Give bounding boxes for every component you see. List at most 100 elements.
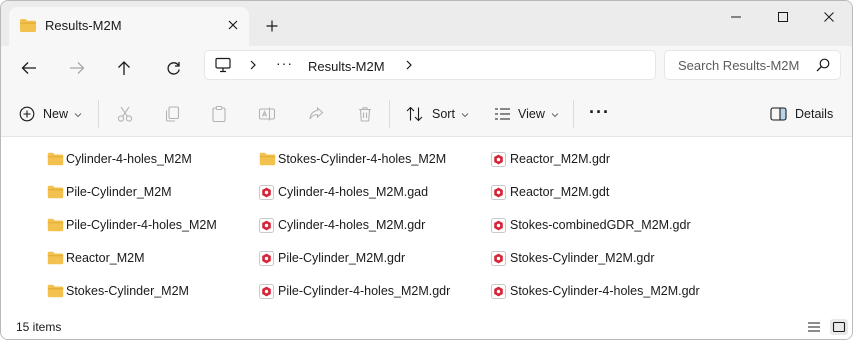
file-list-item[interactable]: Cylinder-4-holes_M2M: [47, 147, 192, 171]
toolbar-divider: [573, 100, 574, 128]
command-bar: New Sort View ··· Details: [1, 90, 852, 137]
folder-icon: [47, 217, 65, 233]
app-file-icon: [259, 217, 277, 233]
minimize-button[interactable]: [713, 6, 759, 28]
file-list-item[interactable]: Reactor_M2M.gdt: [491, 180, 609, 204]
status-bar: 15 items: [1, 315, 852, 339]
forward-button[interactable]: [62, 54, 92, 82]
file-name: Pile-Cylinder_M2M.gdr: [278, 251, 406, 265]
tiles-view-icon[interactable]: [830, 319, 848, 335]
sort-button[interactable]: Sort: [406, 101, 469, 127]
address-bar[interactable]: ··· Results-M2M: [204, 50, 656, 80]
details-pane-button[interactable]: Details: [770, 101, 833, 127]
breadcrumb-current-folder[interactable]: Results-M2M: [308, 59, 385, 74]
view-label: View: [518, 107, 545, 121]
close-tab-icon[interactable]: [224, 16, 242, 34]
folder-icon: [47, 184, 65, 200]
file-list-item[interactable]: Pile-Cylinder_M2M: [47, 180, 172, 204]
sort-label: Sort: [432, 107, 455, 121]
view-button[interactable]: View: [494, 101, 559, 127]
file-list-item[interactable]: Pile-Cylinder-4-holes_M2M.gdr: [259, 279, 450, 303]
file-list-item[interactable]: Cylinder-4-holes_M2M.gdr: [259, 213, 425, 237]
folder-icon: [47, 283, 65, 299]
more-options-button[interactable]: ···: [589, 99, 610, 125]
file-name: Cylinder-4-holes_M2M: [66, 152, 192, 166]
chevron-down-icon: [551, 107, 559, 121]
close-window-button[interactable]: [806, 6, 852, 28]
file-list: Cylinder-4-holes_M2M Pile-Cylinder_M2M Pil…: [1, 137, 852, 315]
share-icon[interactable]: [304, 102, 328, 126]
toolbar-divider: [389, 100, 390, 128]
computer-icon: [215, 57, 231, 76]
search-input[interactable]: [678, 58, 802, 73]
navigation-bar: ··· Results-M2M: [1, 46, 852, 90]
details-view-icon[interactable]: [805, 319, 823, 335]
explorer-window: Results-M2M ··· Results-M2M Search Resul…: [0, 0, 853, 340]
file-list-item[interactable]: Cylinder-4-holes_M2M.gad: [259, 180, 428, 204]
file-name: Cylinder-4-holes_M2M.gdr: [278, 218, 426, 232]
app-file-icon: [259, 184, 277, 200]
folder-icon: [47, 250, 65, 266]
chevron-down-icon: [74, 107, 82, 121]
file-list-item[interactable]: Stokes-Cylinder_M2M: [47, 279, 189, 303]
plus-circle-icon: [19, 106, 35, 122]
file-list-item[interactable]: Pile-Cylinder_M2M.gdr: [259, 246, 405, 270]
file-name: Reactor_M2M.gdt: [510, 185, 610, 199]
breadcrumb-overflow[interactable]: ···: [276, 55, 293, 71]
app-file-icon: [491, 250, 509, 266]
rename-icon[interactable]: [255, 102, 279, 126]
file-list-item[interactable]: Stokes-combinedGDR_M2M.gdr: [491, 213, 691, 237]
toolbar-divider: [98, 100, 99, 128]
new-tab-button[interactable]: [261, 15, 283, 37]
file-name: Cylinder-4-holes_M2M.gad: [278, 185, 429, 199]
file-list-item[interactable]: Stokes-Cylinder-4-holes_M2M.gdr: [491, 279, 700, 303]
file-list-item[interactable]: Stokes-Cylinder-4-holes_M2M: [259, 147, 446, 171]
chevron-down-icon: [461, 107, 469, 121]
app-file-icon: [491, 283, 509, 299]
chevron-right-icon[interactable]: [249, 58, 257, 75]
details-label: Details: [795, 107, 834, 121]
file-name: Reactor_M2M.gdr: [510, 152, 611, 166]
delete-icon[interactable]: [353, 102, 377, 126]
folder-icon: [47, 151, 65, 167]
file-name: Pile-Cylinder_M2M: [66, 185, 172, 199]
file-list-item[interactable]: Reactor_M2M: [47, 246, 145, 270]
sort-icon: [406, 106, 423, 122]
view-list-icon: [494, 107, 511, 121]
tab-results-m2m[interactable]: Results-M2M: [9, 7, 249, 46]
refresh-button[interactable]: [158, 54, 188, 82]
chevron-right-icon[interactable]: [405, 58, 413, 75]
file-name: Stokes-combinedGDR_M2M.gdr: [510, 218, 691, 232]
details-pane-icon: [770, 107, 787, 121]
file-list-item[interactable]: Stokes-Cylinder_M2M.gdr: [491, 246, 655, 270]
app-file-icon: [491, 184, 509, 200]
new-button[interactable]: New: [19, 101, 82, 127]
copy-icon[interactable]: [160, 102, 184, 126]
app-file-icon: [259, 250, 277, 266]
tab-title: Results-M2M: [45, 18, 122, 33]
new-label: New: [43, 107, 69, 121]
search-box[interactable]: [664, 50, 841, 80]
file-name: Stokes-Cylinder-4-holes_M2M.gdr: [510, 284, 700, 298]
paste-icon[interactable]: [207, 102, 231, 126]
folder-icon: [259, 151, 277, 167]
file-name: Pile-Cylinder-4-holes_M2M.gdr: [278, 284, 451, 298]
file-name: Reactor_M2M: [66, 251, 145, 265]
maximize-button[interactable]: [760, 6, 806, 28]
back-button[interactable]: [14, 54, 44, 82]
app-file-icon: [491, 151, 509, 167]
up-button[interactable]: [109, 54, 139, 82]
search-icon[interactable]: [816, 58, 830, 75]
file-list-item[interactable]: Reactor_M2M.gdr: [491, 147, 610, 171]
file-name: Stokes-Cylinder_M2M.gdr: [510, 251, 655, 265]
folder-icon: [19, 18, 37, 36]
file-name: Stokes-Cylinder-4-holes_M2M: [278, 152, 447, 166]
file-name: Pile-Cylinder-4-holes_M2M: [66, 218, 217, 232]
item-count: 15 items: [16, 320, 62, 334]
file-list-item[interactable]: Pile-Cylinder-4-holes_M2M: [47, 213, 217, 237]
app-file-icon: [491, 217, 509, 233]
cut-icon[interactable]: [113, 102, 137, 126]
title-bar: Results-M2M: [1, 1, 852, 46]
file-name: Stokes-Cylinder_M2M: [66, 284, 189, 298]
more-options-icon: ···: [589, 101, 610, 122]
